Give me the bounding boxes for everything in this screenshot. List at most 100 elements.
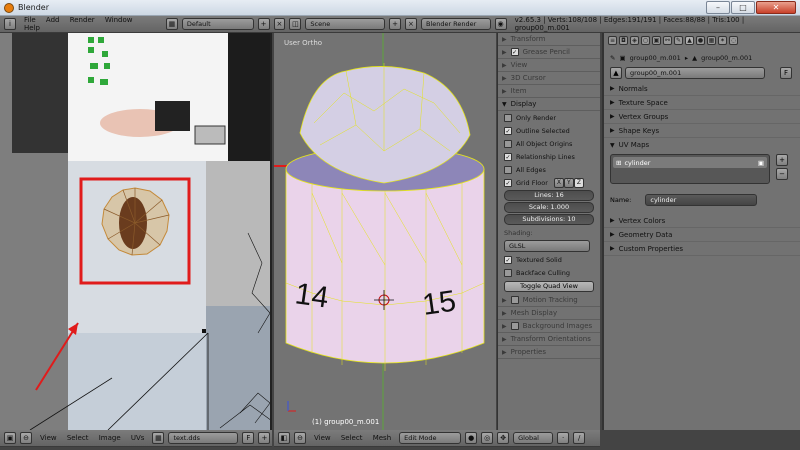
maximize-button[interactable]: □ <box>731 1 755 14</box>
axis-y-toggle[interactable]: Y <box>563 177 574 188</box>
scene-tab-icon[interactable]: ◈ <box>630 36 639 45</box>
screen-layout-select[interactable]: Default <box>181 18 254 30</box>
panel-transform[interactable]: ▶ Transform <box>498 33 600 46</box>
menu-window[interactable]: Window <box>105 16 133 24</box>
add-screen-button[interactable]: + <box>257 18 270 30</box>
image-fake-user-button[interactable]: F <box>242 432 255 444</box>
texture-tab-icon[interactable]: ▦ <box>707 36 716 45</box>
all-edges-option[interactable]: All Edges <box>498 163 600 176</box>
object-tab-icon[interactable]: ▣ <box>652 36 661 45</box>
render-tab-icon[interactable]: ◘ <box>619 36 628 45</box>
scene-icon[interactable]: ◫ <box>289 18 302 30</box>
panel-mesh-display[interactable]: ▶ Mesh Display <box>498 307 600 320</box>
outline-selected-option[interactable]: ✓ Outline Selected <box>498 124 600 137</box>
backface-culling-checkbox[interactable] <box>504 268 512 277</box>
mesh-data-tab-icon[interactable]: ▲ <box>685 36 694 45</box>
mode-select[interactable]: Edit Mode <box>399 432 462 444</box>
image-browse-icon[interactable]: ▦ <box>152 432 165 444</box>
mesh-fake-user-button[interactable]: F <box>780 67 792 79</box>
uv-menu-select[interactable]: Select <box>67 434 89 442</box>
axis-z-toggle[interactable]: Z <box>573 177 584 188</box>
editor-type-3d-icon[interactable]: ◧ <box>278 432 290 444</box>
motion-tracking-checkbox[interactable] <box>510 296 519 304</box>
panel-background-images[interactable]: ▶ Background Images <box>498 320 600 333</box>
image-name-field[interactable]: text.dds <box>168 432 239 444</box>
textured-solid-checkbox[interactable]: ✓ <box>504 255 512 264</box>
grease-pencil-checkbox[interactable]: ✓ <box>510 48 519 56</box>
editor-type-properties-icon[interactable]: ≡ <box>608 36 617 45</box>
physics-tab-icon[interactable]: ◌ <box>729 36 738 45</box>
grid-lines-field[interactable]: Lines: 16 <box>504 190 594 201</box>
close-button[interactable]: ✕ <box>756 1 796 14</box>
uv-menu-image[interactable]: Image <box>99 434 121 442</box>
modifiers-tab-icon[interactable]: ✎ <box>674 36 683 45</box>
menu-render[interactable]: Render <box>70 16 95 24</box>
toggle-quad-view-button[interactable]: Toggle Quad View <box>504 281 594 292</box>
active-render-icon[interactable]: ▣ <box>758 159 764 167</box>
viewport-menu-view[interactable]: View <box>314 434 331 442</box>
transform-orientation-select[interactable]: Global <box>513 432 554 444</box>
viewport-collapse-icon[interactable]: ⊖ <box>294 432 306 444</box>
minimize-button[interactable]: – <box>706 1 730 14</box>
panel-motion-tracking[interactable]: ▶ Motion Tracking <box>498 294 600 307</box>
panel-view[interactable]: ▶ View <box>498 59 600 72</box>
collapse-menu-icon[interactable]: ⊖ <box>20 432 32 444</box>
all-object-origins-checkbox[interactable] <box>504 139 512 148</box>
3d-viewport[interactable]: 14 15 User Ortho (1) group00_m.001 <box>274 33 496 430</box>
section-texture-space[interactable]: ▶ Texture Space <box>604 96 800 110</box>
backface-culling-option[interactable]: Backface Culling <box>498 266 600 279</box>
all-edges-checkbox[interactable] <box>504 165 512 174</box>
mesh-datablock-field[interactable]: group00_m.001 <box>625 67 765 79</box>
grid-scale-field[interactable]: Scale: 1.000 <box>504 202 594 213</box>
viewport-menu-select[interactable]: Select <box>341 434 363 442</box>
particles-tab-icon[interactable]: ✶ <box>718 36 727 45</box>
relationship-lines-option[interactable]: ✓ Relationship Lines <box>498 150 600 163</box>
add-scene-button[interactable]: + <box>389 18 401 30</box>
panel-item[interactable]: ▶ Item <box>498 85 600 98</box>
remove-scene-button[interactable]: × <box>404 18 417 30</box>
section-vertex-colors[interactable]: ▶ Vertex Colors <box>604 214 800 228</box>
editor-type-uv-icon[interactable]: ▣ <box>4 432 16 444</box>
menu-file[interactable]: File <box>24 16 36 24</box>
add-uv-map-button[interactable]: + <box>776 154 788 166</box>
only-render-option[interactable]: Only Render <box>498 111 600 124</box>
relationship-lines-checkbox[interactable]: ✓ <box>504 152 512 161</box>
all-object-origins-option[interactable]: All Object Origins <box>498 137 600 150</box>
world-tab-icon[interactable]: ○ <box>641 36 650 45</box>
pivot-point-icon[interactable]: ◎ <box>481 432 494 444</box>
remove-uv-map-button[interactable]: − <box>776 168 788 180</box>
viewport-shading-icon[interactable]: ● <box>465 432 478 444</box>
section-vertex-groups[interactable]: ▶ Vertex Groups <box>604 110 800 124</box>
material-tab-icon[interactable]: ● <box>696 36 705 45</box>
scene-select[interactable]: Scene <box>305 18 386 30</box>
uv-menu-view[interactable]: View <box>40 434 57 442</box>
new-image-button[interactable]: + <box>258 432 271 444</box>
panel-display[interactable]: ▼ Display <box>498 98 600 111</box>
render-engine-select[interactable]: Blender Render <box>420 18 491 30</box>
section-shape-keys[interactable]: ▶ Shape Keys <box>604 124 800 138</box>
shading-mode-select[interactable]: GLSL <box>504 240 590 252</box>
panel-transform-orientations[interactable]: ▶ Transform Orientations <box>498 333 600 346</box>
uv-map-item[interactable]: ⊞ cylinder ▣ <box>613 157 767 168</box>
viewport-menu-mesh[interactable]: Mesh <box>373 434 391 442</box>
outline-selected-checkbox[interactable]: ✓ <box>504 126 512 135</box>
uv-name-field[interactable]: cylinder <box>645 194 758 206</box>
panel-grease-pencil[interactable]: ▶ ✓ Grease Pencil <box>498 46 600 59</box>
editor-type-info-icon[interactable]: i <box>4 18 16 30</box>
edge-select-icon[interactable]: / <box>573 432 586 444</box>
axis-x-toggle[interactable]: X <box>553 177 564 188</box>
mesh-browse-icon[interactable]: ▲ <box>610 67 622 79</box>
section-custom-properties[interactable]: ▶ Custom Properties <box>604 242 800 256</box>
vertex-select-icon[interactable]: · <box>557 432 570 444</box>
grid-subdivisions-field[interactable]: Subdivisions: 10 <box>504 214 594 225</box>
grid-floor-checkbox[interactable]: ✓ <box>504 178 512 187</box>
screen-layout-icon[interactable]: ▦ <box>165 18 178 30</box>
background-images-checkbox[interactable] <box>510 322 519 330</box>
manipulator-icon[interactable]: ✥ <box>497 432 510 444</box>
menu-add[interactable]: Add <box>46 16 60 24</box>
textured-solid-option[interactable]: ✓ Textured Solid <box>498 253 600 266</box>
only-render-checkbox[interactable] <box>504 113 512 122</box>
section-uv-maps[interactable]: ▼ UV Maps <box>604 138 800 152</box>
remove-screen-button[interactable]: × <box>273 18 286 30</box>
section-geometry-data[interactable]: ▶ Geometry Data <box>604 228 800 242</box>
